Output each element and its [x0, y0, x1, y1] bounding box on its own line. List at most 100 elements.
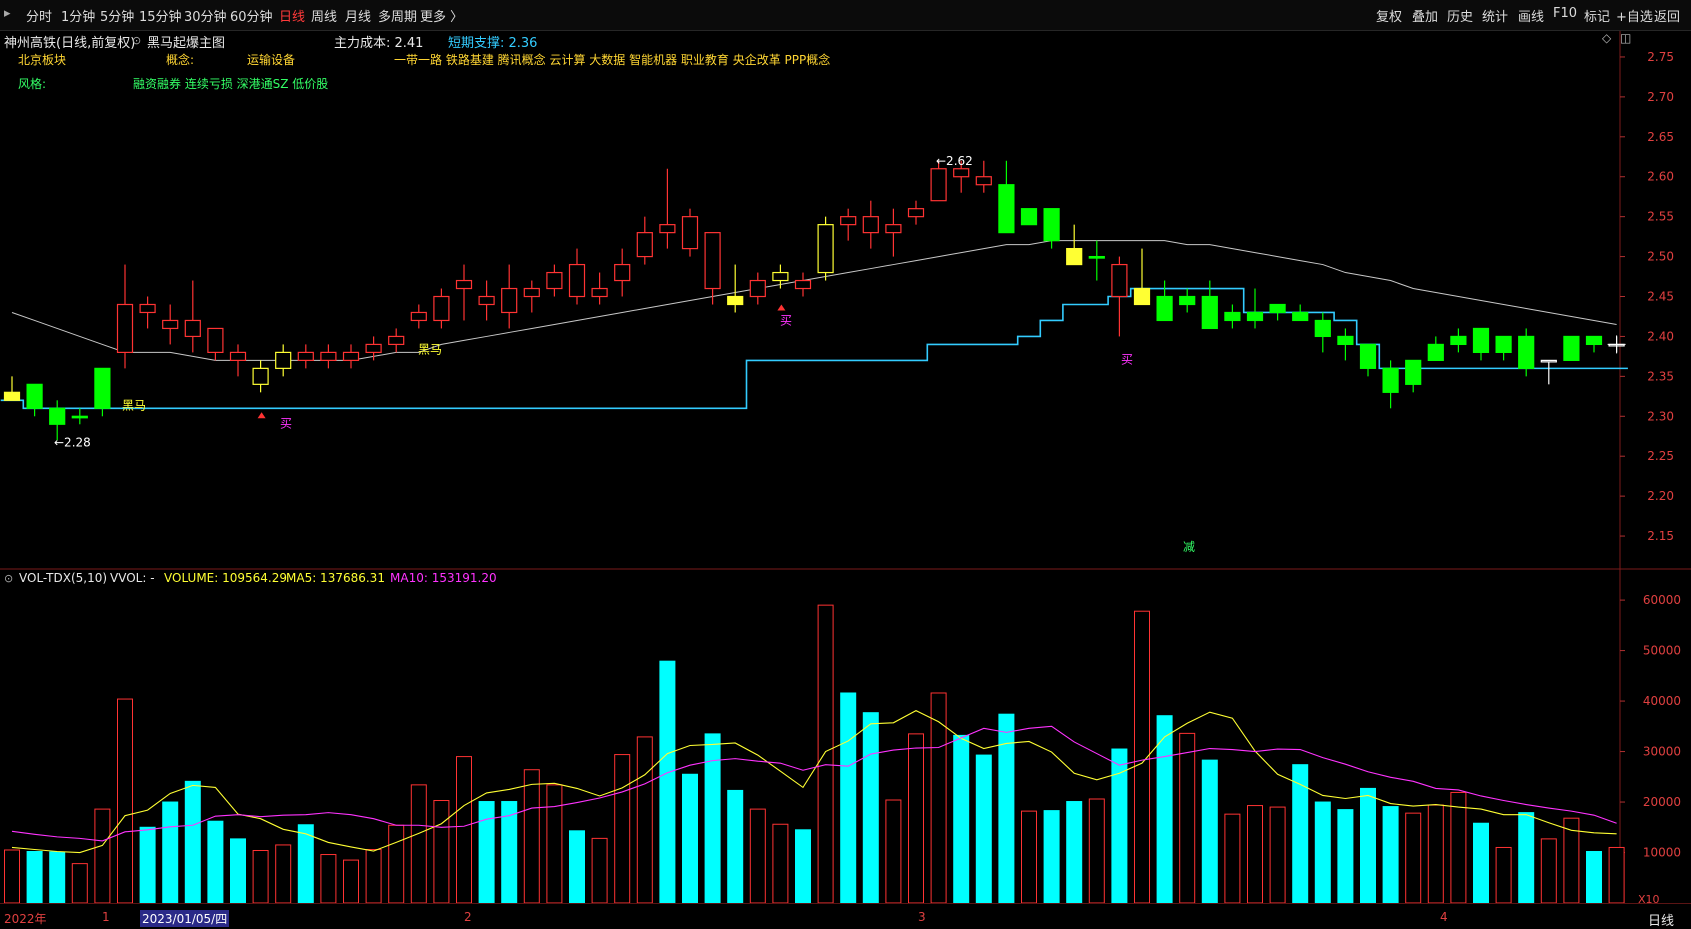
- price-tick-label-2: 2.25: [1647, 449, 1674, 463]
- period-indicator[interactable]: 日线: [1648, 910, 1674, 929]
- high-price-marker: ←2.62: [936, 154, 973, 168]
- kline-chart[interactable]: 2.15 2.20 2.25 2.30 2.35 2.40 2.45 2.50 2.55 2.60…: [0, 0, 1691, 903]
- candle-body: [1201, 295, 1218, 330]
- candle-body: [252, 367, 269, 385]
- volume-bar: [614, 754, 631, 903]
- ma10-value: MA10: 153191.20: [390, 571, 497, 585]
- volume-header: ⊙ VOL-TDX(5,10) VVOL: - VOLUME: 109564.2…: [0, 571, 700, 589]
- price-tick-label-6: 2.45: [1647, 290, 1674, 304]
- candle-body: [930, 168, 947, 202]
- candle-body: [523, 287, 540, 298]
- price-tick-label-0: 2.15: [1647, 529, 1674, 543]
- volume-bar: [1473, 822, 1489, 903]
- x-label-year: 2022年: [4, 912, 47, 926]
- volume-bar: [1314, 801, 1331, 903]
- candle-body: [94, 367, 111, 409]
- candle-body: [1111, 263, 1128, 298]
- candle-body: [71, 415, 88, 419]
- volume-bar: [749, 808, 766, 903]
- volume-bar: [908, 733, 924, 903]
- volume-bar: [1540, 838, 1557, 903]
- volume-bar: [840, 692, 857, 903]
- candle-body: [885, 224, 902, 234]
- candle-body: [116, 303, 134, 354]
- buy-arrow-2: [777, 304, 786, 311]
- volume-bar: [1518, 812, 1535, 903]
- candle-body: [1088, 255, 1105, 259]
- volume-bar: [343, 859, 359, 903]
- candle-body: [184, 319, 201, 338]
- candle-body: [546, 271, 563, 290]
- volume-bar: [930, 692, 947, 903]
- heima-signal-2: 黑马: [418, 342, 442, 356]
- volume-tick-label-2: 30000: [1643, 745, 1681, 759]
- candle-body: [794, 279, 812, 290]
- price-tick-label-7: 2.50: [1647, 250, 1674, 264]
- volume-bar: [275, 844, 292, 903]
- volume-bar: [139, 826, 156, 903]
- candle-body: [162, 319, 179, 330]
- candle-body: [953, 168, 970, 178]
- candle-body: [1405, 359, 1422, 385]
- candle-body: [1359, 343, 1377, 369]
- volume-bar: [704, 733, 721, 903]
- candle-body: [1156, 295, 1173, 322]
- candle-body: [342, 351, 360, 361]
- volume-bar: [4, 849, 20, 903]
- volume-bar: [636, 736, 653, 903]
- price-tick-label-10: 2.65: [1647, 130, 1674, 144]
- volume-bar: [207, 820, 224, 903]
- volume-bar: [1292, 764, 1309, 903]
- candle-body: [3, 391, 21, 401]
- candle-body: [320, 351, 337, 361]
- candle-body: [365, 343, 382, 354]
- volume-tick-label-3: 40000: [1643, 694, 1681, 708]
- candle-body: [207, 327, 224, 354]
- x-label-month-4: 4: [1440, 910, 1448, 924]
- volume-bar: [772, 823, 789, 903]
- price-tick-label-5: 2.40: [1647, 329, 1674, 343]
- x-label-month-2: 2: [464, 910, 472, 924]
- candle-body: [704, 232, 721, 290]
- volume-indicator-name[interactable]: VOL-TDX(5,10): [19, 571, 107, 585]
- volume-bar: [659, 660, 676, 903]
- volume-bar: [975, 754, 992, 903]
- volume-bar: [817, 604, 834, 903]
- volume-bar: [365, 848, 382, 903]
- volume-bar: [1586, 851, 1602, 903]
- x-cursor-date: 2023/01/05/四: [140, 910, 230, 927]
- price-tick-label-4: 2.35: [1647, 369, 1674, 383]
- candle-body: [1382, 367, 1399, 393]
- volume-bar: [1043, 810, 1060, 903]
- buy-signal-2: 买: [780, 314, 792, 328]
- volume-bar: [26, 851, 43, 903]
- sell-signal: 减: [1183, 540, 1195, 554]
- x-label-month-1: 1: [102, 910, 110, 924]
- volume-bar: [184, 780, 201, 903]
- candle-body: [1224, 311, 1241, 322]
- volume-bar: [478, 801, 495, 903]
- candle-body: [1246, 311, 1264, 322]
- volume-bar: [1224, 813, 1241, 903]
- volume-tick-label-4: 50000: [1643, 644, 1681, 658]
- x-label-month-3: 3: [918, 910, 926, 924]
- volume-bar: [795, 829, 811, 903]
- volume-bar: [727, 789, 744, 903]
- price-tick-label-1: 2.20: [1647, 489, 1674, 503]
- price-ma-line: [11, 240, 1617, 361]
- date-axis: 2022年 1 2023/01/05/四 2 3 4 日线: [0, 903, 1691, 929]
- volume-tick-label-0: 10000: [1643, 846, 1681, 860]
- volume-bar: [71, 863, 88, 903]
- buy-signal-1: 买: [280, 416, 292, 430]
- candle-body: [410, 311, 427, 322]
- candle-body: [772, 271, 789, 282]
- volume-bar: [1021, 810, 1037, 903]
- volume-tick-label-5: 60000: [1643, 593, 1681, 607]
- volume-bar: [523, 769, 540, 903]
- candle-body: [297, 351, 314, 361]
- candle-body: [1337, 335, 1354, 346]
- volume-bar: [591, 837, 608, 903]
- volume-indicator-icon[interactable]: ⊙: [4, 572, 13, 585]
- volume-bar: [1495, 846, 1512, 903]
- candle-body: [275, 351, 292, 369]
